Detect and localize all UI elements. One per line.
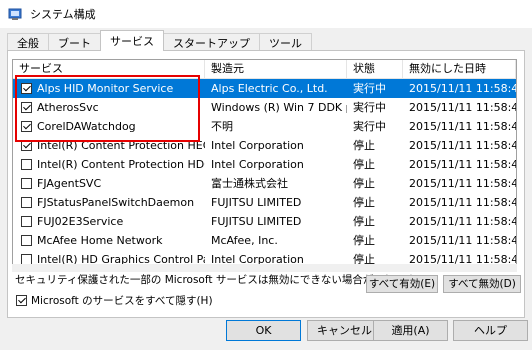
service-name: FJStatusPanelSwitchDaemon [37,196,195,209]
service-cell: McAfee Home Network [13,231,205,250]
service-name: AtherosSvc [37,101,99,114]
apply-button[interactable]: 適用(A) [373,320,448,341]
disabled-date-cell: 2015/11/11 11:58:41 [409,234,516,247]
column-header-status[interactable]: 状態 [347,60,403,78]
column-header-service[interactable]: サービス [13,60,205,78]
disabled-date-cell: 2015/11/11 11:58:41 [409,139,516,152]
service-checkbox[interactable] [21,159,32,170]
manufacturer-cell: FUJITSU LIMITED [211,215,302,228]
service-checkbox[interactable] [21,235,32,246]
services-list: サービス 製造元 状態 無効にした日時 Alps HID Monitor Ser… [12,59,517,265]
status-cell: 停止 [353,177,375,190]
status-cell: 実行中 [353,101,386,114]
disabled-date-cell: 2015/11/11 11:58:41 [409,158,516,171]
title-bar: システム構成 [0,0,532,28]
hide-microsoft-services[interactable]: Microsoft のサービスをすべて隠す(H) [16,293,213,308]
service-row[interactable]: Intel(R) Content Protection HDCP Se... In… [13,155,516,174]
service-cell: CorelDAWatchdog [13,117,205,136]
service-checkbox[interactable] [21,216,32,227]
tab-services[interactable]: サービス [100,30,164,51]
status-cell: 停止 [353,253,375,265]
cancel-button[interactable]: キャンセル [307,320,382,341]
service-cell: FJStatusPanelSwitchDaemon [13,193,205,212]
service-row[interactable]: FUJ02E3Service FUJITSU LIMITED 停止 2015/11/1… [13,212,516,231]
manufacturer-cell: Windows (R) Win 7 DDK provi... [211,101,347,114]
service-checkbox[interactable] [21,102,32,113]
service-cell: FUJ02E3Service [13,212,205,231]
service-cell: Intel(R) Content Protection HECI Ser... [13,136,205,155]
service-name: FUJ02E3Service [37,215,124,228]
service-name: Alps HID Monitor Service [37,82,174,95]
disable-all-button[interactable]: すべて無効(D) [443,275,521,293]
column-header-manufacturer[interactable]: 製造元 [205,60,347,78]
service-row[interactable]: Intel(R) Content Protection HECI Ser... I… [13,136,516,155]
service-name: Intel(R) Content Protection HECI Ser... [37,139,205,152]
tab-bar: 全般 ブート サービス スタートアップ ツール [7,30,312,51]
disabled-date-cell: 2015/11/11 11:58:41 [409,215,516,228]
disabled-date-cell: 2015/11/11 11:58:41 [409,120,516,133]
enable-all-button[interactable]: すべて有効(E) [366,275,438,293]
ok-button[interactable]: OK [226,320,301,341]
status-cell: 実行中 [353,82,386,95]
tab-general[interactable]: 全般 [7,33,49,51]
service-name: CorelDAWatchdog [37,120,136,133]
status-cell: 停止 [353,234,375,247]
manufacturer-cell: 富士通株式会社 [211,177,288,190]
service-cell: AtherosSvc [13,98,205,117]
service-row[interactable]: Intel(R) HD Graphics Control Panel S... I… [13,250,516,265]
disabled-date-cell: 2015/11/11 11:58:41 [409,82,516,95]
service-name: Intel(R) Content Protection HDCP Se... [37,158,205,171]
status-cell: 停止 [353,215,375,228]
manufacturer-cell: Alps Electric Co., Ltd. [211,82,328,95]
help-button[interactable]: ヘルプ [453,320,528,341]
service-row[interactable]: McAfee Home Network McAfee, Inc. 停止 2015/11… [13,231,516,250]
status-cell: 停止 [353,139,375,152]
window-title: システム構成 [30,8,96,21]
manufacturer-cell: Intel Corporation [211,139,304,152]
column-header-disabled-date[interactable]: 無効にした日時 [403,60,516,78]
service-row[interactable]: Alps HID Monitor Service Alps Electric Co… [13,79,516,98]
tab-tools[interactable]: ツール [259,33,312,51]
service-cell: FJAgentSVC [13,174,205,193]
manufacturer-cell: Intel Corporation [211,158,304,171]
status-cell: 実行中 [353,120,386,133]
horizontal-scrollbar[interactable] [12,264,517,272]
service-row[interactable]: FJStatusPanelSwitchDaemon FUJITSU LIMITED… [13,193,516,212]
service-row[interactable]: FJAgentSVC 富士通株式会社 停止 2015/11/11 11:58:41 [13,174,516,193]
system-config-window: システム構成 全般 ブート サービス スタートアップ ツール サービス 製造元 … [0,0,532,350]
disabled-date-cell: 2015/11/11 11:58:41 [409,253,516,265]
list-header: サービス 製造元 状態 無効にした日時 [13,60,516,79]
service-name: FJAgentSVC [37,177,102,190]
status-cell: 停止 [353,158,375,171]
manufacturer-cell: FUJITSU LIMITED [211,196,302,209]
disabled-date-cell: 2015/11/11 11:58:41 [409,101,516,114]
service-checkbox[interactable] [21,178,32,189]
service-checkbox[interactable] [21,83,32,94]
service-checkbox[interactable] [21,197,32,208]
tab-startup[interactable]: スタートアップ [163,33,260,51]
status-cell: 停止 [353,196,375,209]
manufacturer-cell: Intel Corporation [211,253,304,265]
service-row[interactable]: CorelDAWatchdog 不明 実行中 2015/11/11 11:58:41 [13,117,516,136]
service-name: Intel(R) HD Graphics Control Panel S... [37,253,205,265]
manufacturer-cell: 不明 [211,120,233,133]
disabled-date-cell: 2015/11/11 11:58:41 [409,177,516,190]
service-checkbox[interactable] [21,121,32,132]
service-cell: Intel(R) Content Protection HDCP Se... [13,155,205,174]
hide-microsoft-checkbox[interactable] [16,295,27,306]
service-cell: Intel(R) HD Graphics Control Panel S... [13,250,205,265]
note-text: セキュリティ保護された一部の Microsoft サービスは無効にできない場合が… [15,274,425,286]
manufacturer-cell: McAfee, Inc. [211,234,278,247]
tab-boot[interactable]: ブート [48,33,101,51]
system-config-icon [8,8,22,20]
disabled-date-cell: 2015/11/11 11:58:41 [409,196,516,209]
service-name: McAfee Home Network [37,234,163,247]
service-cell: Alps HID Monitor Service [13,79,205,98]
service-checkbox[interactable] [21,140,32,151]
hide-microsoft-label: Microsoft のサービスをすべて隠す(H) [31,295,213,307]
service-row[interactable]: AtherosSvc Windows (R) Win 7 DDK provi...… [13,98,516,117]
